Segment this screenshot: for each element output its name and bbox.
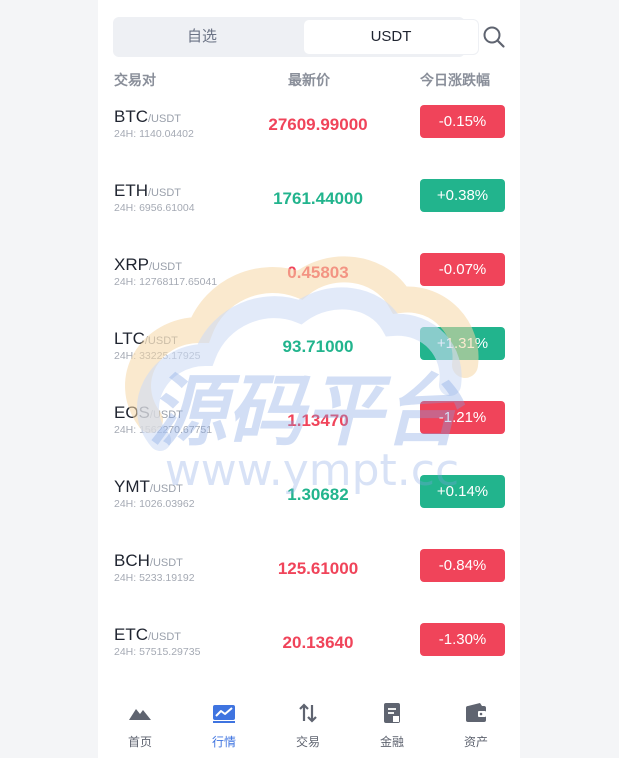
pair-quote: /USDT bbox=[144, 335, 178, 347]
pair-quote: /USDT bbox=[148, 261, 182, 273]
pair-base: ETC bbox=[114, 625, 148, 644]
trade-arrows-icon bbox=[299, 703, 317, 723]
bottom-nav: 首页 行情 交易 金融 资产 bbox=[98, 690, 520, 758]
finance-doc-icon bbox=[384, 703, 400, 723]
search-icon[interactable] bbox=[482, 25, 506, 49]
nav-trade-label: 交易 bbox=[295, 735, 320, 749]
pair-price: 1.13470 bbox=[287, 411, 349, 430]
pair-base: YMT bbox=[114, 477, 150, 496]
pair-base: BTC bbox=[114, 107, 148, 126]
pair-base: EOS bbox=[114, 403, 150, 422]
pair-change-badge[interactable]: -1.30% bbox=[420, 623, 505, 656]
nav-finance-label: 金融 bbox=[379, 735, 404, 749]
market-row-xrp[interactable]: XRP/USDT 24H: 12768117.65041 0.45803 -0.07% bbox=[98, 253, 520, 329]
pair-volume: 24H: 12768117.65041 bbox=[114, 276, 218, 288]
nav-home-label: 首页 bbox=[127, 735, 152, 749]
pair-base: LTC bbox=[114, 329, 145, 348]
pair-volume: 24H: 57515.29735 bbox=[114, 646, 201, 658]
market-chart-icon bbox=[213, 705, 235, 723]
market-row-ymt[interactable]: YMT/USDT 24H: 1026.03962 1.30682 +0.14% bbox=[98, 475, 520, 551]
pair-change-badge[interactable]: -1.21% bbox=[420, 401, 505, 434]
nav-home[interactable]: 首页 bbox=[98, 690, 182, 758]
home-mountain-icon bbox=[129, 709, 151, 720]
column-header-pair: 交易对 bbox=[114, 73, 156, 89]
pair-symbol: YMT/USDT bbox=[114, 477, 183, 497]
pair-price: 1761.44000 bbox=[273, 189, 363, 208]
pair-quote: /USDT bbox=[148, 113, 181, 125]
pair-volume: 24H: 1562270.67751 bbox=[114, 424, 213, 436]
pair-symbol: EOS/USDT bbox=[114, 403, 183, 423]
nav-assets-label: 资产 bbox=[463, 735, 488, 749]
market-row-eth[interactable]: ETH/USDT 24H: 6956.61004 1761.44000 +0.38% bbox=[98, 179, 520, 255]
market-row-bch[interactable]: BCH/USDT 24H: 5233.19192 125.61000 -0.84% bbox=[98, 549, 520, 625]
pair-change-badge[interactable]: -0.07% bbox=[420, 253, 505, 286]
nav-market-label: 行情 bbox=[211, 735, 236, 749]
market-row-eos[interactable]: EOS/USDT 24H: 1562270.67751 1.13470 -1.21% bbox=[98, 401, 520, 477]
pair-volume: 24H: 33225.17925 bbox=[114, 350, 201, 362]
pair-quote: /USDT bbox=[148, 187, 181, 199]
nav-assets[interactable]: 资产 bbox=[434, 690, 518, 758]
pair-symbol: BTC/USDT bbox=[114, 107, 181, 127]
pair-quote: /USDT bbox=[149, 557, 183, 569]
wallet-icon bbox=[466, 703, 486, 722]
pair-change-badge[interactable]: -0.84% bbox=[420, 549, 505, 582]
pair-volume: 24H: 1026.03962 bbox=[114, 498, 195, 510]
nav-trade[interactable]: 交易 bbox=[266, 690, 350, 758]
market-row-ltc[interactable]: LTC/USDT 24H: 33225.17925 93.71000 +1.31% bbox=[98, 327, 520, 403]
nav-finance[interactable]: 金融 bbox=[350, 690, 434, 758]
pair-quote: /USDT bbox=[149, 483, 183, 495]
pair-symbol: ETH/USDT bbox=[114, 181, 181, 201]
pair-price: 125.61000 bbox=[277, 559, 359, 578]
pair-quote: /USDT bbox=[148, 631, 181, 643]
tab-usdt[interactable]: USDT bbox=[304, 20, 478, 54]
pair-base: BCH bbox=[114, 551, 150, 570]
nav-market[interactable]: 行情 bbox=[182, 690, 266, 758]
pair-price: 1.30682 bbox=[287, 485, 349, 504]
pair-price: 27609.99000 bbox=[268, 115, 368, 134]
pair-symbol: XRP/USDT bbox=[114, 255, 182, 275]
column-header-change: 今日涨跌幅 bbox=[420, 73, 490, 89]
pair-change-badge[interactable]: -0.15% bbox=[420, 105, 505, 138]
pair-symbol: LTC/USDT bbox=[114, 329, 178, 349]
pair-base: ETH bbox=[114, 181, 148, 200]
market-page: 自选 USDT 交易对 最新价 今日涨跌幅 BTC/USDT 24H: 1140.… bbox=[98, 0, 520, 758]
pair-price: 93.71000 bbox=[282, 337, 354, 356]
pair-price: 20.13640 bbox=[282, 633, 354, 652]
pair-change-badge[interactable]: +0.38% bbox=[420, 179, 505, 212]
pair-base: XRP bbox=[114, 255, 149, 274]
column-header-price: 最新价 bbox=[288, 73, 330, 89]
pair-volume: 24H: 1140.04402 bbox=[114, 128, 194, 140]
pair-volume: 24H: 6956.61004 bbox=[114, 202, 195, 214]
pair-volume: 24H: 5233.19192 bbox=[114, 572, 195, 584]
pair-symbol: ETC/USDT bbox=[114, 625, 181, 645]
market-tab-switch: 自选 USDT bbox=[113, 17, 478, 57]
pair-change-badge[interactable]: +0.14% bbox=[420, 475, 505, 508]
pair-price: 0.45803 bbox=[287, 263, 349, 282]
pair-quote: /USDT bbox=[149, 409, 183, 421]
market-row-btc[interactable]: BTC/USDT 24H: 1140.04402 27609.99000 -0.15% bbox=[98, 105, 520, 181]
tab-favorites[interactable]: 自选 bbox=[116, 20, 288, 54]
pair-change-badge[interactable]: +1.31% bbox=[420, 327, 505, 360]
pair-symbol: BCH/USDT bbox=[114, 551, 183, 571]
market-row-etc[interactable]: ETC/USDT 24H: 57515.29735 20.13640 -1.30% bbox=[98, 623, 520, 699]
